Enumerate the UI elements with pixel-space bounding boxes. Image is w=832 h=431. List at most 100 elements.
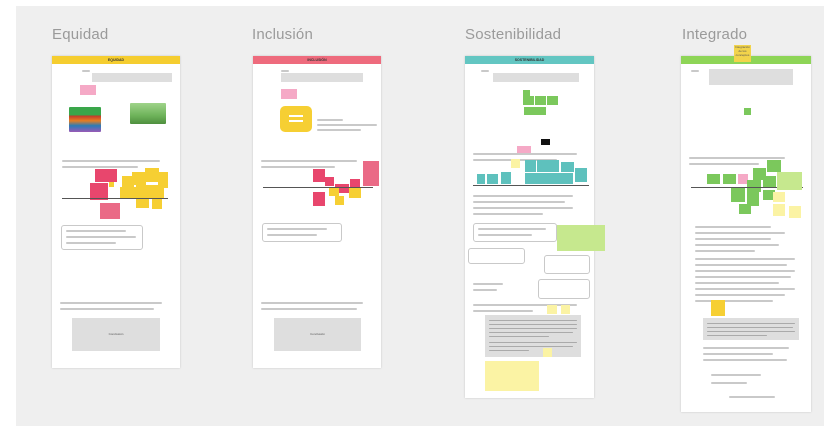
photo-field[interactable] — [130, 103, 166, 124]
sticky-note[interactable] — [535, 107, 546, 115]
text-block — [493, 73, 579, 82]
sticky-note[interactable] — [152, 199, 162, 209]
sticky-note[interactable] — [773, 204, 785, 216]
text-line — [707, 331, 795, 332]
sticky-note[interactable] — [136, 185, 148, 198]
text-line — [695, 244, 779, 246]
sticky-note[interactable] — [537, 173, 549, 184]
sticky-note[interactable] — [313, 169, 325, 182]
sticky-note[interactable] — [335, 196, 344, 205]
text-box[interactable] — [262, 223, 342, 242]
text-line — [473, 310, 533, 312]
sticky-note[interactable] — [487, 174, 498, 184]
text-line — [489, 342, 577, 343]
sticky-note[interactable] — [511, 159, 520, 168]
sticky-note-integracion[interactable]: Integración de los conceptos — [734, 45, 751, 62]
frame-integrado[interactable] — [681, 56, 811, 412]
frame-header: SOSTENIBILIDAD — [465, 56, 594, 64]
sticky-note[interactable] — [136, 198, 149, 208]
sticky-note[interactable] — [731, 188, 745, 202]
sticky-note[interactable] — [329, 187, 339, 196]
sticky-note[interactable] — [281, 89, 297, 99]
conclusion-label: Conclusión — [108, 332, 124, 336]
sticky-note[interactable] — [767, 160, 781, 172]
sticky-note[interactable] — [523, 96, 534, 105]
sticky-note[interactable] — [363, 161, 379, 186]
sticky-note[interactable] — [525, 173, 537, 184]
frame-header-label: EQUIDAD — [107, 58, 125, 62]
sticky-note[interactable] — [547, 305, 557, 314]
frame-equidad[interactable]: EQUIDAD Conclusión — [52, 56, 180, 368]
conclusion-box[interactable]: Conclusión — [72, 318, 160, 351]
text-line — [261, 160, 357, 162]
sticky-note[interactable] — [707, 174, 720, 184]
sticky-note[interactable] — [145, 168, 159, 182]
text-line — [481, 70, 489, 72]
text-line — [489, 350, 529, 351]
frame-header: INCLUSIÓN — [253, 56, 381, 64]
sticky-note[interactable] — [313, 192, 325, 206]
speech-bubble-icon[interactable] — [280, 106, 312, 132]
text-line — [489, 328, 577, 329]
axis-line — [473, 185, 589, 186]
text-box[interactable] — [468, 248, 525, 264]
text-line — [695, 238, 771, 240]
text-line — [62, 166, 138, 168]
sticky-note[interactable] — [549, 173, 561, 184]
sticky-note[interactable] — [723, 174, 736, 184]
sticky-note[interactable] — [132, 172, 146, 185]
sticky-note[interactable] — [325, 177, 334, 186]
text-block — [92, 73, 172, 82]
sticky-note[interactable] — [109, 182, 114, 187]
sticky-note[interactable] — [100, 203, 120, 219]
text-box[interactable] — [473, 223, 557, 242]
sticky-note[interactable] — [537, 160, 549, 172]
sticky-note[interactable] — [561, 305, 570, 314]
sticky-note[interactable] — [744, 108, 751, 115]
sticky-note[interactable] — [349, 187, 361, 198]
text-line — [473, 153, 577, 155]
sticky-note[interactable] — [773, 192, 785, 202]
sticky-note[interactable] — [561, 173, 573, 184]
text-line — [711, 374, 761, 376]
sticky-note-green[interactable] — [557, 225, 605, 251]
sticky-note[interactable] — [524, 107, 535, 115]
sticky-note[interactable] — [535, 96, 546, 105]
conclusion-box[interactable]: Conclusión — [274, 318, 361, 351]
summary-box[interactable] — [485, 315, 581, 357]
frame-inclusion[interactable]: INCLUSIÓN Conclusión — [253, 56, 381, 368]
sticky-note[interactable] — [711, 300, 725, 316]
summary-box[interactable] — [703, 318, 799, 340]
sticky-note-large[interactable] — [485, 361, 539, 391]
photo-children[interactable] — [69, 107, 101, 132]
sticky-note[interactable] — [739, 204, 751, 214]
sticky-note[interactable] — [501, 172, 511, 184]
sticky-note[interactable] — [575, 168, 587, 182]
text-box[interactable] — [61, 225, 143, 250]
axis-line — [263, 187, 373, 188]
text-line — [695, 270, 795, 272]
sticky-note[interactable] — [561, 162, 574, 172]
sticky-note[interactable] — [789, 206, 801, 218]
text-line — [62, 160, 160, 162]
sticky-note[interactable] — [777, 172, 802, 190]
black-sticky[interactable] — [541, 139, 550, 145]
text-line — [281, 70, 289, 72]
whiteboard-canvas[interactable]: Equidad Inclusión Sostenibilidad Integra… — [0, 0, 832, 431]
sticky-note[interactable] — [543, 348, 552, 357]
sticky-note[interactable] — [547, 96, 558, 105]
text-line — [707, 335, 767, 336]
text-line — [695, 300, 773, 302]
sticky-note[interactable] — [95, 169, 117, 182]
comment-box[interactable] — [538, 279, 590, 299]
comment-box[interactable] — [544, 255, 590, 274]
sticky-note[interactable] — [549, 160, 559, 172]
text-line — [689, 163, 759, 165]
sticky-note[interactable] — [80, 85, 96, 95]
sticky-note[interactable] — [477, 174, 485, 184]
text-line — [82, 70, 90, 72]
sticky-note[interactable] — [525, 160, 536, 172]
sticky-note[interactable] — [148, 185, 164, 199]
sticky-note[interactable] — [747, 180, 761, 192]
column-title-integrado: Integrado — [682, 26, 748, 43]
